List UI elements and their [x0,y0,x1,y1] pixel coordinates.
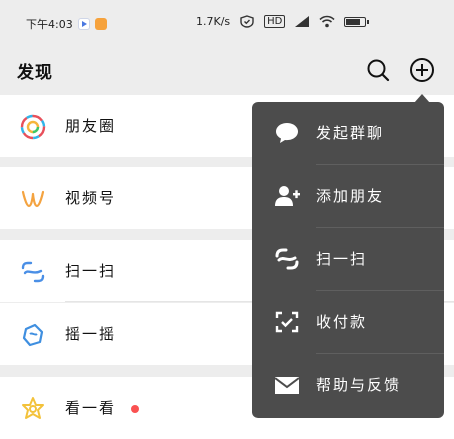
menu-item-label: 发起群聊 [316,124,385,142]
notification-app-icon [77,18,90,30]
battery-level [346,18,361,25]
mail-icon [274,377,300,394]
list-item-label: 看一看 [65,399,117,417]
notification-app-icon-2 [94,18,107,30]
status-left: 下午4:03 [26,16,107,32]
shake-icon [22,323,44,347]
list-item-label: 摇一摇 [65,325,117,343]
battery-icon [344,16,370,27]
menu-item-payment[interactable]: 收付款 [252,291,444,354]
hd-badge: HD [264,15,286,28]
red-dot-badge [131,405,139,413]
add-friend-icon [275,186,300,206]
menu-item-label: 帮助与反馈 [316,376,402,394]
add-circle-icon[interactable] [408,56,436,84]
scan-icon [275,248,299,270]
menu-item-scan[interactable]: 扫一扫 [252,228,444,291]
app-header: 发现 [0,46,454,94]
top-stories-icon [22,397,44,419]
menu-item-help-feedback[interactable]: 帮助与反馈 [252,354,444,417]
menu-item-label: 扫一扫 [316,250,368,268]
status-bar: 下午4:03 1.7K/s HD [0,0,454,46]
page-title: 发现 [17,63,53,83]
list-item-label: 视频号 [65,189,117,207]
list-item-label: 扫一扫 [65,262,117,280]
list-item-label: 朋友圈 [65,117,117,135]
menu-item-label: 收付款 [316,313,368,331]
status-right: 1.7K/s HD [196,15,370,28]
scan-icon [21,261,45,283]
payment-icon [275,311,299,333]
search-icon[interactable] [364,56,392,84]
signal-icon [295,16,310,27]
chat-bubble-icon [276,123,298,143]
wifi-icon [319,15,335,28]
moments-icon [20,114,46,140]
menu-item-group-chat[interactable]: 发起群聊 [252,102,444,165]
shield-icon [240,15,254,28]
menu-item-add-friend[interactable]: 添加朋友 [252,165,444,228]
popup-menu: 发起群聊 添加朋友 扫一扫 收付款 帮助与反馈 [252,102,444,418]
menu-item-label: 添加朋友 [316,187,385,205]
network-speed: 1.7K/s [196,15,231,28]
channels-icon [21,190,45,208]
status-time: 下午4:03 [26,18,73,31]
